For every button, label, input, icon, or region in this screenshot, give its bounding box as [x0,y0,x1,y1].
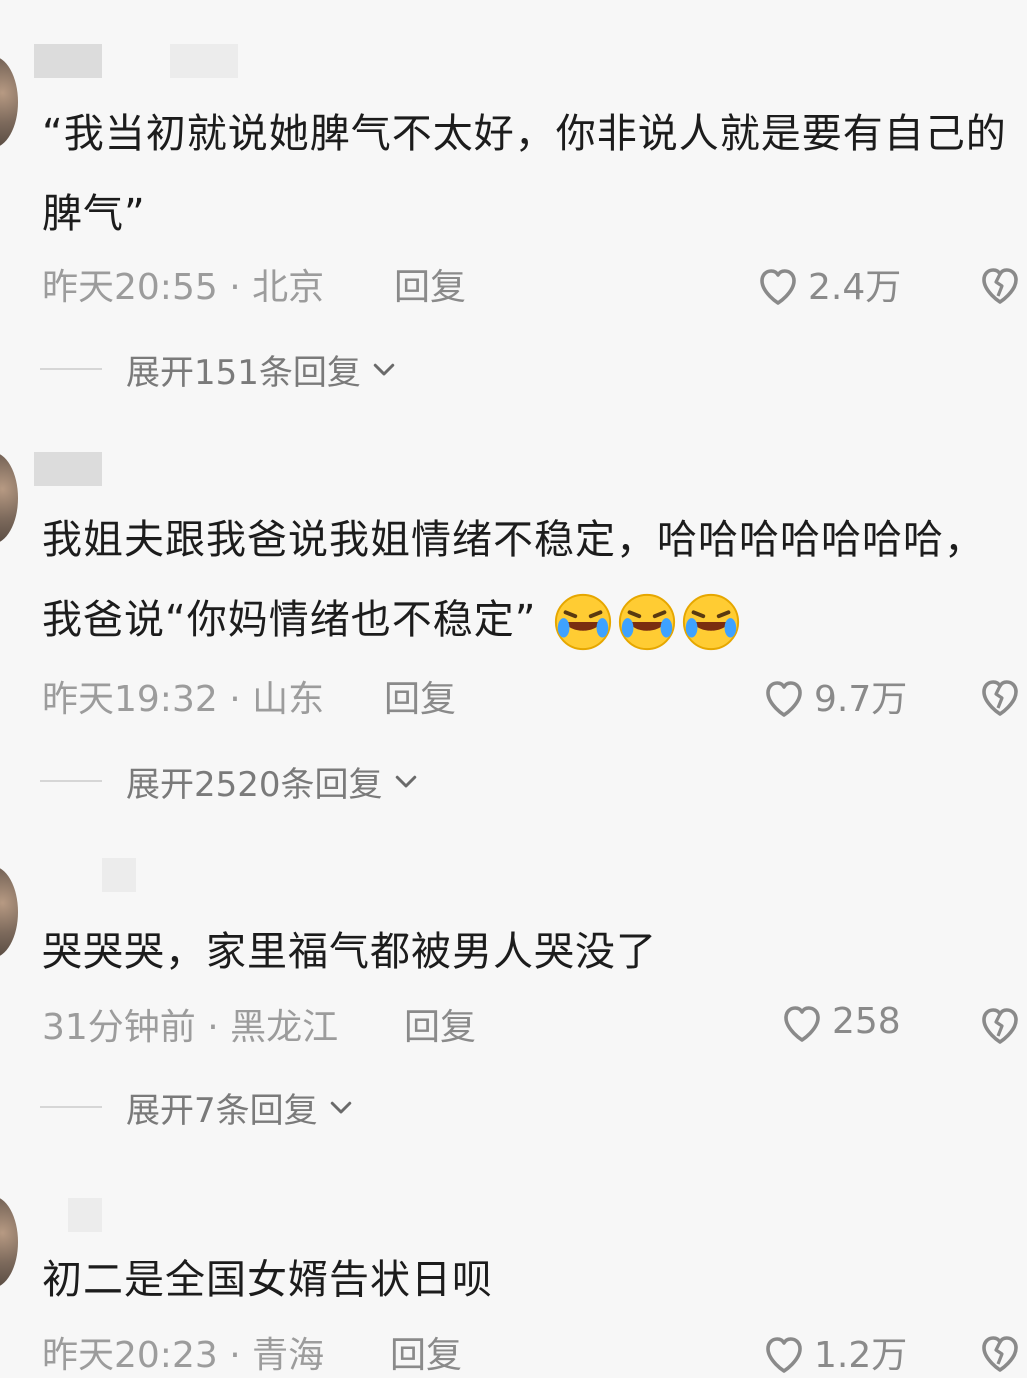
divider-line [40,1106,102,1108]
like-count: 9.7万 [814,679,908,720]
expand-label: 展开151条回复 [126,352,361,393]
chevron-down-icon [330,1101,351,1114]
username-mask [170,44,238,78]
like-count: 2.4万 [808,267,902,308]
reply-button[interactable]: 回复 [394,258,466,310]
comment-meta: 昨天19:32 · 山东 回复 9.7万 [42,670,1027,720]
comment-text: 我姐夫跟我爸说我姐情绪不稳定，哈哈哈哈哈哈哈，我爸说“你妈情绪也不稳定” [42,500,1010,660]
chevron-down-icon [373,363,395,376]
heart-outline-icon [784,1006,820,1042]
reply-button[interactable]: 回复 [404,998,476,1050]
avatar[interactable] [0,56,18,148]
username-mask [102,858,136,892]
like-count: 1.2万 [814,1335,908,1376]
comment-text: 初二是全国女婿告状日呗 [42,1257,493,1303]
like-button[interactable]: 1.2万 [760,1326,907,1378]
username-mask [34,452,102,486]
like-button[interactable]: 258 [778,998,901,1044]
comment-text: “我当初就说她脾气不太好，你非说人就是要有自己的脾气” [42,111,1007,237]
expand-replies-button[interactable]: 展开7条回复 [40,1082,356,1132]
heart-outline-icon [766,681,802,717]
time-location: 31分钟前 · 黑龙江 [42,1007,339,1048]
expand-replies-button[interactable]: 展开151条回复 [40,344,399,394]
time-location: 昨天20:23 · 青海 [42,1335,325,1376]
username-mask [34,44,102,78]
broken-heart-icon[interactable] [976,1328,1024,1374]
divider-line [40,368,102,370]
username-mask [68,1198,102,1232]
rofl-emoji [619,593,676,651]
like-button[interactable]: 9.7万 [760,670,907,722]
like-button[interactable]: 2.4万 [754,258,901,310]
time-location: 昨天19:32 · 山东 [42,679,325,720]
comment-body: 我姐夫跟我爸说我姐情绪不稳定，哈哈哈哈哈哈哈，我爸说“你妈情绪也不稳定” [42,517,985,643]
heart-outline-icon [766,1337,802,1373]
reply-button[interactable]: 回复 [390,1326,462,1378]
broken-heart-icon[interactable] [976,1000,1024,1046]
comment-meta: 昨天20:55 · 北京 回复 2.4万 [42,258,1027,308]
expand-label: 展开7条回复 [126,1090,318,1131]
like-count: 258 [832,1000,901,1042]
comment-text: 哭哭哭，家里福气都被男人哭没了 [42,929,657,975]
avatar[interactable] [0,866,18,958]
expand-replies-button[interactable]: 展开2520条回复 [40,756,421,806]
avatar[interactable] [0,1196,18,1288]
emoji-group [536,593,742,651]
rofl-emoji [683,593,740,651]
expand-label: 展开2520条回复 [126,764,383,805]
broken-heart-icon[interactable] [976,672,1024,718]
broken-heart-icon[interactable] [976,260,1024,306]
reply-button[interactable]: 回复 [384,670,456,722]
divider-line [40,780,102,782]
time-location: 昨天20:55 · 北京 [42,267,325,308]
rofl-emoji [555,593,612,651]
chevron-down-icon [395,775,416,788]
avatar[interactable] [0,452,18,544]
heart-outline-icon [760,269,796,305]
comment-meta: 31分钟前 · 黑龙江 回复 258 [42,998,1027,1048]
